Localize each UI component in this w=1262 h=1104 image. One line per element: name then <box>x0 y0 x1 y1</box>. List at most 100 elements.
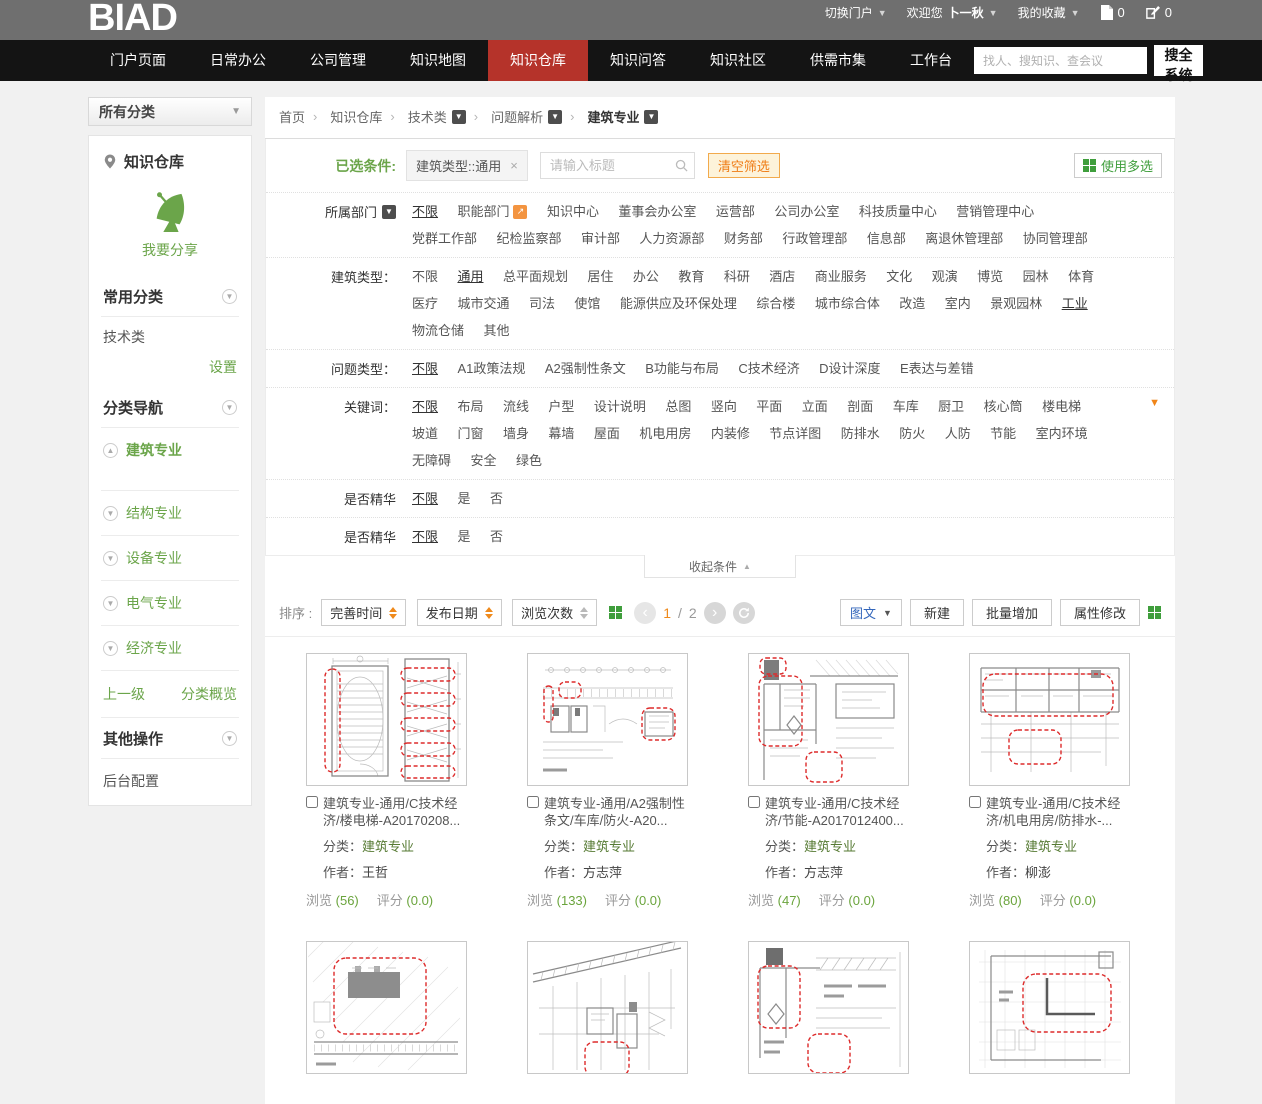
breadcrumb-dropdown-icon[interactable]: ▼ <box>548 110 562 124</box>
filter-option[interactable]: 职能部门 ↗ <box>457 198 527 225</box>
filter-option[interactable]: 厨卫 ↗ <box>938 393 964 420</box>
category-overview-link[interactable]: 分类概览 <box>181 684 237 704</box>
card-title[interactable]: 建筑专业-通用/C技术经济/楼电梯-A20170208... <box>306 795 467 829</box>
filter-option[interactable]: 纪检监察部 ↗ <box>496 225 561 252</box>
chevron-circle-icon[interactable]: ▼ <box>222 289 237 304</box>
breadcrumb-item[interactable]: 知识仓库 ▼ <box>305 107 382 126</box>
filter-option[interactable]: D设计深度 ↗ <box>819 355 880 382</box>
all-categories-dropdown[interactable]: 所有分类▼ <box>88 97 252 126</box>
next-page-button[interactable]: › <box>704 602 726 624</box>
filter-option[interactable]: 协同管理部 ↗ <box>1023 225 1088 252</box>
filter-option[interactable]: 观演 ↗ <box>932 263 958 290</box>
multi-select-button[interactable]: 使用多选 <box>1074 153 1162 178</box>
grid-view-icon[interactable] <box>1148 606 1161 619</box>
filter-option[interactable]: 居住 ↗ <box>587 263 613 290</box>
new-button[interactable]: 新建 <box>910 599 964 626</box>
nav-item[interactable]: 日常办公 <box>188 40 288 81</box>
filter-option[interactable]: 商业服务 ↗ <box>815 263 867 290</box>
filter-option[interactable]: 营销管理中心 ↗ <box>956 198 1034 225</box>
filter-option[interactable]: 不限 ↗ <box>412 485 438 512</box>
filter-option[interactable]: 城市综合体 ↗ <box>815 290 880 317</box>
card-title[interactable]: 建筑专业-通用/C技术经济/机电用房/防排水-... <box>969 795 1130 829</box>
nav-item[interactable]: 知识社区 <box>688 40 788 81</box>
remove-tag-icon[interactable]: × <box>510 158 518 173</box>
filter-option[interactable]: 改造 ↗ <box>899 290 925 317</box>
sort-button[interactable]: 浏览次数 <box>512 599 597 626</box>
welcome-user-link[interactable]: 欢迎您卜一秋▼ <box>907 4 998 21</box>
card-category[interactable]: 建筑专业 <box>583 839 635 854</box>
filter-option[interactable]: 办公 ↗ <box>633 263 659 290</box>
filter-option[interactable]: 文化 ↗ <box>886 263 912 290</box>
nav-item[interactable]: 知识问答 <box>588 40 688 81</box>
filter-option[interactable]: 内装修 ↗ <box>711 420 750 447</box>
filter-option[interactable]: 审计部 ↗ <box>581 225 620 252</box>
sort-button[interactable]: 发布日期 <box>417 599 502 626</box>
filter-option[interactable]: 运营部 ↗ <box>716 198 755 225</box>
card-thumbnail[interactable] <box>969 941 1130 1074</box>
backend-config-link[interactable]: 后台配置 <box>101 759 239 801</box>
filter-option[interactable]: 知识中心 ↗ <box>547 198 599 225</box>
filter-option[interactable]: 否 ↗ <box>490 485 503 512</box>
breadcrumb-dropdown-icon[interactable]: ▼ <box>452 110 466 124</box>
nav-item[interactable]: 工作台 <box>888 40 974 81</box>
filter-option[interactable]: 幕墙 ↗ <box>548 420 574 447</box>
expand-department-icon[interactable]: ↗ <box>513 205 527 219</box>
attr-modify-button[interactable]: 属性修改 <box>1060 599 1140 626</box>
sidebar-category[interactable]: ▲▼ 电气专业 <box>101 581 239 626</box>
filter-option[interactable]: 防火 ↗ <box>899 420 925 447</box>
sidebar-category[interactable]: ▲▼ 建筑专业 <box>101 428 239 491</box>
nav-item[interactable]: 公司管理 <box>288 40 388 81</box>
filter-option[interactable]: 通用 ↗ <box>457 263 483 290</box>
filter-option[interactable]: 节点详图 ↗ <box>769 420 821 447</box>
filter-option[interactable]: 能源供应及环保处理 ↗ <box>620 290 737 317</box>
card-thumbnail[interactable] <box>969 653 1130 786</box>
filter-option[interactable]: 总平面规划 ↗ <box>503 263 568 290</box>
filter-option[interactable]: 防排水 ↗ <box>841 420 880 447</box>
filter-option[interactable]: 酒店 ↗ <box>769 263 795 290</box>
filter-option[interactable]: 财务部 ↗ <box>724 225 763 252</box>
filter-option[interactable]: 节能 ↗ <box>990 420 1016 447</box>
filter-option[interactable]: 博览 ↗ <box>977 263 1003 290</box>
card-checkbox[interactable] <box>306 796 318 808</box>
global-search-input[interactable] <box>974 47 1147 74</box>
nav-item[interactable]: 供需市集 <box>788 40 888 81</box>
clear-filters-button[interactable]: 清空筛选 <box>708 153 780 178</box>
nav-item[interactable]: 门户页面 <box>88 40 188 81</box>
filter-option[interactable]: 其他 ↗ <box>483 317 509 344</box>
favorites-link[interactable]: 我的收藏▼ <box>1018 4 1080 21</box>
filter-option[interactable]: B功能与布局 ↗ <box>645 355 719 382</box>
filter-option[interactable]: 公司办公室 ↗ <box>774 198 839 225</box>
filter-option[interactable]: E表达与差错 ↗ <box>900 355 974 382</box>
filter-option[interactable]: 立面 ↗ <box>802 393 828 420</box>
up-level-link[interactable]: 上一级 <box>103 684 145 704</box>
filter-option[interactable]: 竖向 ↗ <box>711 393 737 420</box>
filter-option[interactable]: 物流仓储 ↗ <box>412 317 464 344</box>
nav-item[interactable]: 知识地图 <box>388 40 488 81</box>
switch-portal-link[interactable]: 切换门户▼ <box>825 4 887 21</box>
filter-option[interactable]: 设计说明 ↗ <box>594 393 646 420</box>
filter-option[interactable]: 体育 ↗ <box>1068 263 1094 290</box>
card-checkbox[interactable] <box>527 796 539 808</box>
filter-option[interactable]: 董事会办公室 ↗ <box>618 198 696 225</box>
sidebar-item-common-category[interactable]: 技术类 <box>101 317 239 349</box>
filter-option[interactable]: 科技质量中心 ↗ <box>859 198 937 225</box>
card-checkbox[interactable] <box>748 796 760 808</box>
filter-option[interactable]: 总图 ↗ <box>665 393 691 420</box>
filter-option[interactable]: 墙身 ↗ <box>503 420 529 447</box>
card-thumbnail[interactable] <box>527 941 688 1074</box>
filter-option[interactable]: 布局 ↗ <box>457 393 483 420</box>
breadcrumb-item[interactable]: 技术类 ▼ <box>382 107 465 126</box>
document-counter[interactable]: 0 <box>1100 5 1125 20</box>
breadcrumb-item[interactable]: 建筑专业 ▼ <box>562 107 658 126</box>
filter-option[interactable]: 绿色 ↗ <box>516 447 542 474</box>
filter-option[interactable]: 科研 ↗ <box>724 263 750 290</box>
filter-option[interactable]: C技术经济 ↗ <box>738 355 799 382</box>
filter-option[interactable]: 不限 ↗ <box>412 393 438 420</box>
search-all-button[interactable]: 搜全系统 <box>1154 45 1203 76</box>
filter-option[interactable]: 信息部 ↗ <box>867 225 906 252</box>
breadcrumb-item[interactable]: 首页 ▼ <box>279 107 305 126</box>
filter-option[interactable]: A1政策法规 ↗ <box>457 355 525 382</box>
filter-option[interactable]: 车库 ↗ <box>893 393 919 420</box>
filter-option[interactable]: 核心筒 ↗ <box>984 393 1023 420</box>
card-title[interactable]: 建筑专业-通用/A2强制性条文/车库/防火-A20... <box>527 795 688 829</box>
